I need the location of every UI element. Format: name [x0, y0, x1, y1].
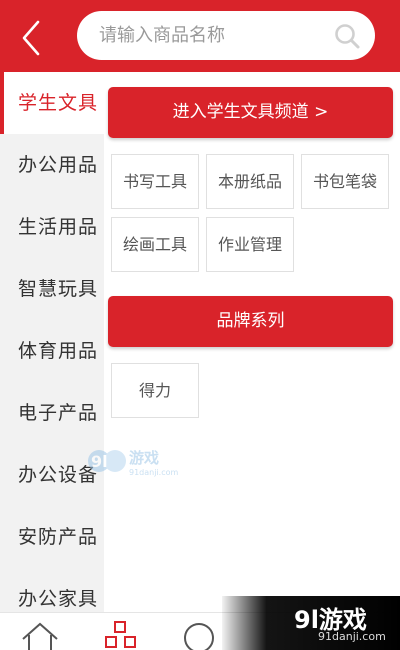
sidebar-item-daily-goods[interactable]: 生活用品 — [0, 196, 104, 258]
sidebar-item-label: 生活用品 — [18, 216, 99, 238]
category-sidebar: 学生文具 办公用品 生活用品 智慧玩具 体育用品 电子产品 办公设备 安防产品 … — [0, 72, 104, 612]
sidebar-item-label: 体育用品 — [18, 340, 99, 362]
brand-series-header[interactable]: 品牌系列 — [108, 296, 393, 347]
sidebar-item-office-supplies[interactable]: 办公用品 — [0, 134, 104, 196]
sidebar-item-student-stationery[interactable]: 学生文具 — [0, 72, 104, 134]
sidebar-item-security-products[interactable]: 安防产品 — [0, 506, 104, 568]
sidebar-item-label: 办公用品 — [18, 154, 99, 176]
watermark-url: 91danji.com — [318, 630, 386, 643]
sidebar-item-sports-goods[interactable]: 体育用品 — [0, 320, 104, 382]
subcategory-tag[interactable]: 书包笔袋 — [301, 154, 389, 209]
back-button[interactable] — [12, 16, 52, 60]
subcategory-tag[interactable]: 作业管理 — [206, 217, 294, 272]
subcategory-panel: 进入学生文具频道 > 书写工具 本册纸品 书包笔袋 绘画工具 作业管理 品牌系列… — [104, 72, 400, 612]
enter-channel-button[interactable]: 进入学生文具频道 > — [108, 87, 393, 138]
search-icon[interactable] — [333, 22, 361, 50]
search-box[interactable] — [77, 11, 375, 60]
sidebar-item-smart-toys[interactable]: 智慧玩具 — [0, 258, 104, 320]
subcategory-tag[interactable]: 本册纸品 — [206, 154, 294, 209]
subcategory-tag[interactable]: 书写工具 — [111, 154, 199, 209]
chevron-left-icon — [22, 20, 40, 56]
svg-text:游戏: 游戏 — [129, 449, 159, 467]
sidebar-item-label: 办公家具 — [18, 588, 99, 610]
subcategory-tag[interactable]: 绘画工具 — [111, 217, 199, 272]
sidebar-item-label: 安防产品 — [18, 526, 99, 548]
watermark-logo: 9l 游戏 91danji.com — [88, 449, 179, 477]
category-icon[interactable] — [103, 621, 143, 650]
brand-tag[interactable]: 得力 — [111, 363, 199, 418]
home-icon[interactable] — [20, 621, 60, 650]
watermark-corner: 9l游戏 91danji.com — [222, 596, 400, 650]
top-bar — [0, 0, 400, 72]
sidebar-item-label: 学生文具 — [18, 92, 99, 114]
sidebar-item-label: 智慧玩具 — [18, 278, 99, 300]
search-input[interactable] — [99, 11, 329, 60]
svg-text:9l: 9l — [91, 452, 108, 471]
sidebar-item-label: 电子产品 — [18, 402, 99, 424]
sidebar-item-electronics[interactable]: 电子产品 — [0, 382, 104, 444]
search-circle-icon[interactable] — [180, 621, 220, 650]
svg-text:91danji.com: 91danji.com — [129, 468, 179, 477]
